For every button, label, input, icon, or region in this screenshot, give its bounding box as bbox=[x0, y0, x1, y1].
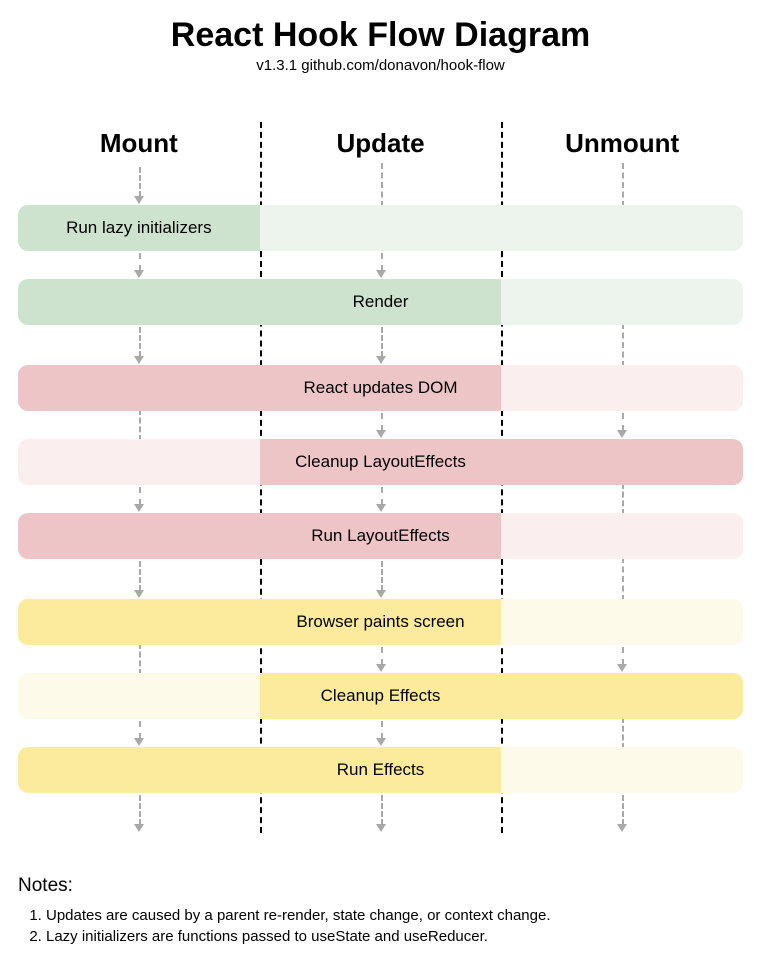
arrow-down-icon bbox=[18, 719, 260, 747]
flow-line bbox=[18, 645, 260, 673]
column-header-unmount: Unmount bbox=[501, 122, 743, 165]
flow-line bbox=[260, 165, 502, 205]
stage-render: Render bbox=[18, 279, 743, 325]
notes-heading: Notes: bbox=[18, 875, 743, 897]
stage-cleanup-layout-effects: Cleanup LayoutEffects bbox=[18, 439, 743, 485]
stage-update-dom: React updates DOM bbox=[18, 365, 743, 411]
stage-run-layout-effects: Run LayoutEffects bbox=[18, 513, 743, 559]
stage-cleanup-effects: Cleanup Effects bbox=[18, 673, 743, 719]
stage-lazy-initializers: Run lazy initializers bbox=[18, 205, 743, 251]
arrow-down-icon bbox=[260, 559, 502, 599]
arrow-down-icon bbox=[18, 559, 260, 599]
diagram-grid: Mount Update Unmount Run lazy initialize… bbox=[18, 122, 743, 833]
arrow-down-icon bbox=[18, 165, 260, 205]
flow-line bbox=[501, 165, 743, 205]
flow-line bbox=[18, 411, 260, 439]
arrow-down-icon bbox=[501, 645, 743, 673]
note-item: Lazy initializers are functions passed t… bbox=[46, 928, 743, 945]
stage-browser-paints: Browser paints screen bbox=[18, 599, 743, 645]
arrow-down-icon bbox=[260, 251, 502, 279]
arrow-down-icon bbox=[18, 325, 260, 365]
stage-label: Run lazy initializers bbox=[18, 205, 260, 251]
flow-line bbox=[501, 485, 743, 513]
arrow-down-icon bbox=[260, 645, 502, 673]
arrow-down-icon bbox=[260, 719, 502, 747]
column-header-update: Update bbox=[260, 122, 502, 165]
stage-label: Cleanup LayoutEffects bbox=[260, 439, 502, 485]
flow-line bbox=[501, 559, 743, 599]
page-subtitle: v1.3.1 github.com/donavon/hook-flow bbox=[18, 57, 743, 74]
arrow-down-icon bbox=[18, 485, 260, 513]
arrow-down-icon bbox=[260, 485, 502, 513]
arrow-down-icon bbox=[260, 411, 502, 439]
arrow-down-icon bbox=[501, 793, 743, 833]
stage-label: React updates DOM bbox=[260, 365, 502, 411]
arrow-down-icon bbox=[18, 793, 260, 833]
arrow-down-icon bbox=[501, 411, 743, 439]
stage-label: Run LayoutEffects bbox=[260, 513, 502, 559]
stage-label: Browser paints screen bbox=[260, 599, 502, 645]
column-header-mount: Mount bbox=[18, 122, 260, 165]
flow-line bbox=[501, 719, 743, 747]
stage-label: Cleanup Effects bbox=[260, 673, 502, 719]
arrow-down-icon bbox=[260, 793, 502, 833]
stage-label: Run Effects bbox=[260, 747, 502, 793]
note-item: Updates are caused by a parent re-render… bbox=[46, 907, 743, 924]
arrow-down-icon bbox=[260, 325, 502, 365]
flow-line bbox=[501, 325, 743, 365]
page-title: React Hook Flow Diagram bbox=[18, 16, 743, 55]
stage-run-effects: Run Effects bbox=[18, 747, 743, 793]
notes-section: Notes: Updates are caused by a parent re… bbox=[18, 875, 743, 945]
arrow-down-icon bbox=[18, 251, 260, 279]
stage-label: Render bbox=[260, 279, 502, 325]
